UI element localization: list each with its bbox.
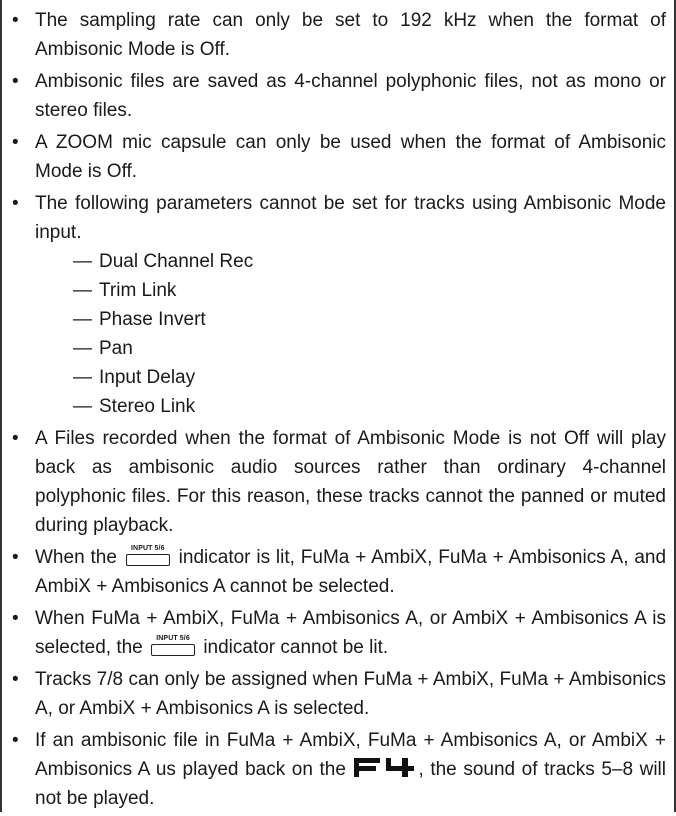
- note-item: A Files recorded when the format of Ambi…: [8, 424, 666, 540]
- indicator-lamp: [125, 554, 170, 566]
- parameter-label: Input Delay: [99, 367, 196, 388]
- note-text: Tracks 7/8 can only be assigned when FuM…: [35, 669, 666, 719]
- dash-glyph: —: [73, 309, 92, 330]
- note-text-after: indicator cannot be lit.: [203, 637, 389, 658]
- parameter-list: — Dual Channel Rec — Trim Link — Phase Inve…: [35, 247, 666, 421]
- note-item: If an ambisonic file in FuMa + AmbiX, Fu…: [8, 726, 666, 813]
- note-item: The sampling rate can only be set to 192…: [8, 6, 666, 64]
- dash-glyph: —: [73, 280, 92, 301]
- note-text: A ZOOM mic capsule can only be used when…: [35, 132, 666, 182]
- indicator-lamp: [151, 644, 196, 656]
- note-item: Tracks 7/8 can only be assigned when FuM…: [8, 665, 666, 723]
- dash-glyph: —: [73, 338, 92, 359]
- parameter-item: — Trim Link: [73, 276, 666, 305]
- note-text: The following parameters cannot be set f…: [35, 193, 666, 243]
- note-item: Ambisonic files are saved as 4-channel p…: [8, 67, 666, 125]
- parameter-label: Dual Channel Rec: [99, 251, 254, 272]
- indicator-label: INPUT 5/6: [131, 545, 165, 552]
- parameter-label: Phase Invert: [99, 309, 206, 330]
- dash-glyph: —: [73, 396, 92, 417]
- note-item: The following parameters cannot be set f…: [8, 189, 666, 421]
- note-text: The sampling rate can only be set to 192…: [35, 10, 666, 60]
- input-5-6-indicator-icon: INPUT 5/6: [125, 545, 171, 566]
- parameter-label: Trim Link: [99, 280, 177, 301]
- note-item: When FuMa + AmbiX, FuMa + Ambisonics A, …: [8, 604, 666, 662]
- note-item: A ZOOM mic capsule can only be used when…: [8, 128, 666, 186]
- indicator-label: INPUT 5/6: [156, 635, 190, 642]
- parameter-item: — Pan: [73, 334, 666, 363]
- parameter-item: — Phase Invert: [73, 305, 666, 334]
- parameter-item: — Stereo Link: [73, 392, 666, 421]
- f4-logo-icon: [354, 758, 415, 777]
- dash-glyph: —: [73, 367, 92, 388]
- note-text-before: When the: [35, 547, 117, 568]
- notes-list: The sampling rate can only be set to 192…: [8, 6, 666, 816]
- dash-glyph: —: [73, 251, 92, 272]
- note-text: Ambisonic files are saved as 4-channel p…: [35, 71, 666, 121]
- note-item: When the INPUT 5/6 indicator is lit, FuM…: [8, 543, 666, 601]
- input-5-6-indicator-icon: INPUT 5/6: [150, 635, 196, 656]
- parameter-item: — Input Delay: [73, 363, 666, 392]
- parameter-item: — Dual Channel Rec: [73, 247, 666, 276]
- parameter-label: Pan: [99, 338, 133, 359]
- note-text: A Files recorded when the format of Ambi…: [35, 428, 666, 536]
- parameter-label: Stereo Link: [99, 396, 196, 417]
